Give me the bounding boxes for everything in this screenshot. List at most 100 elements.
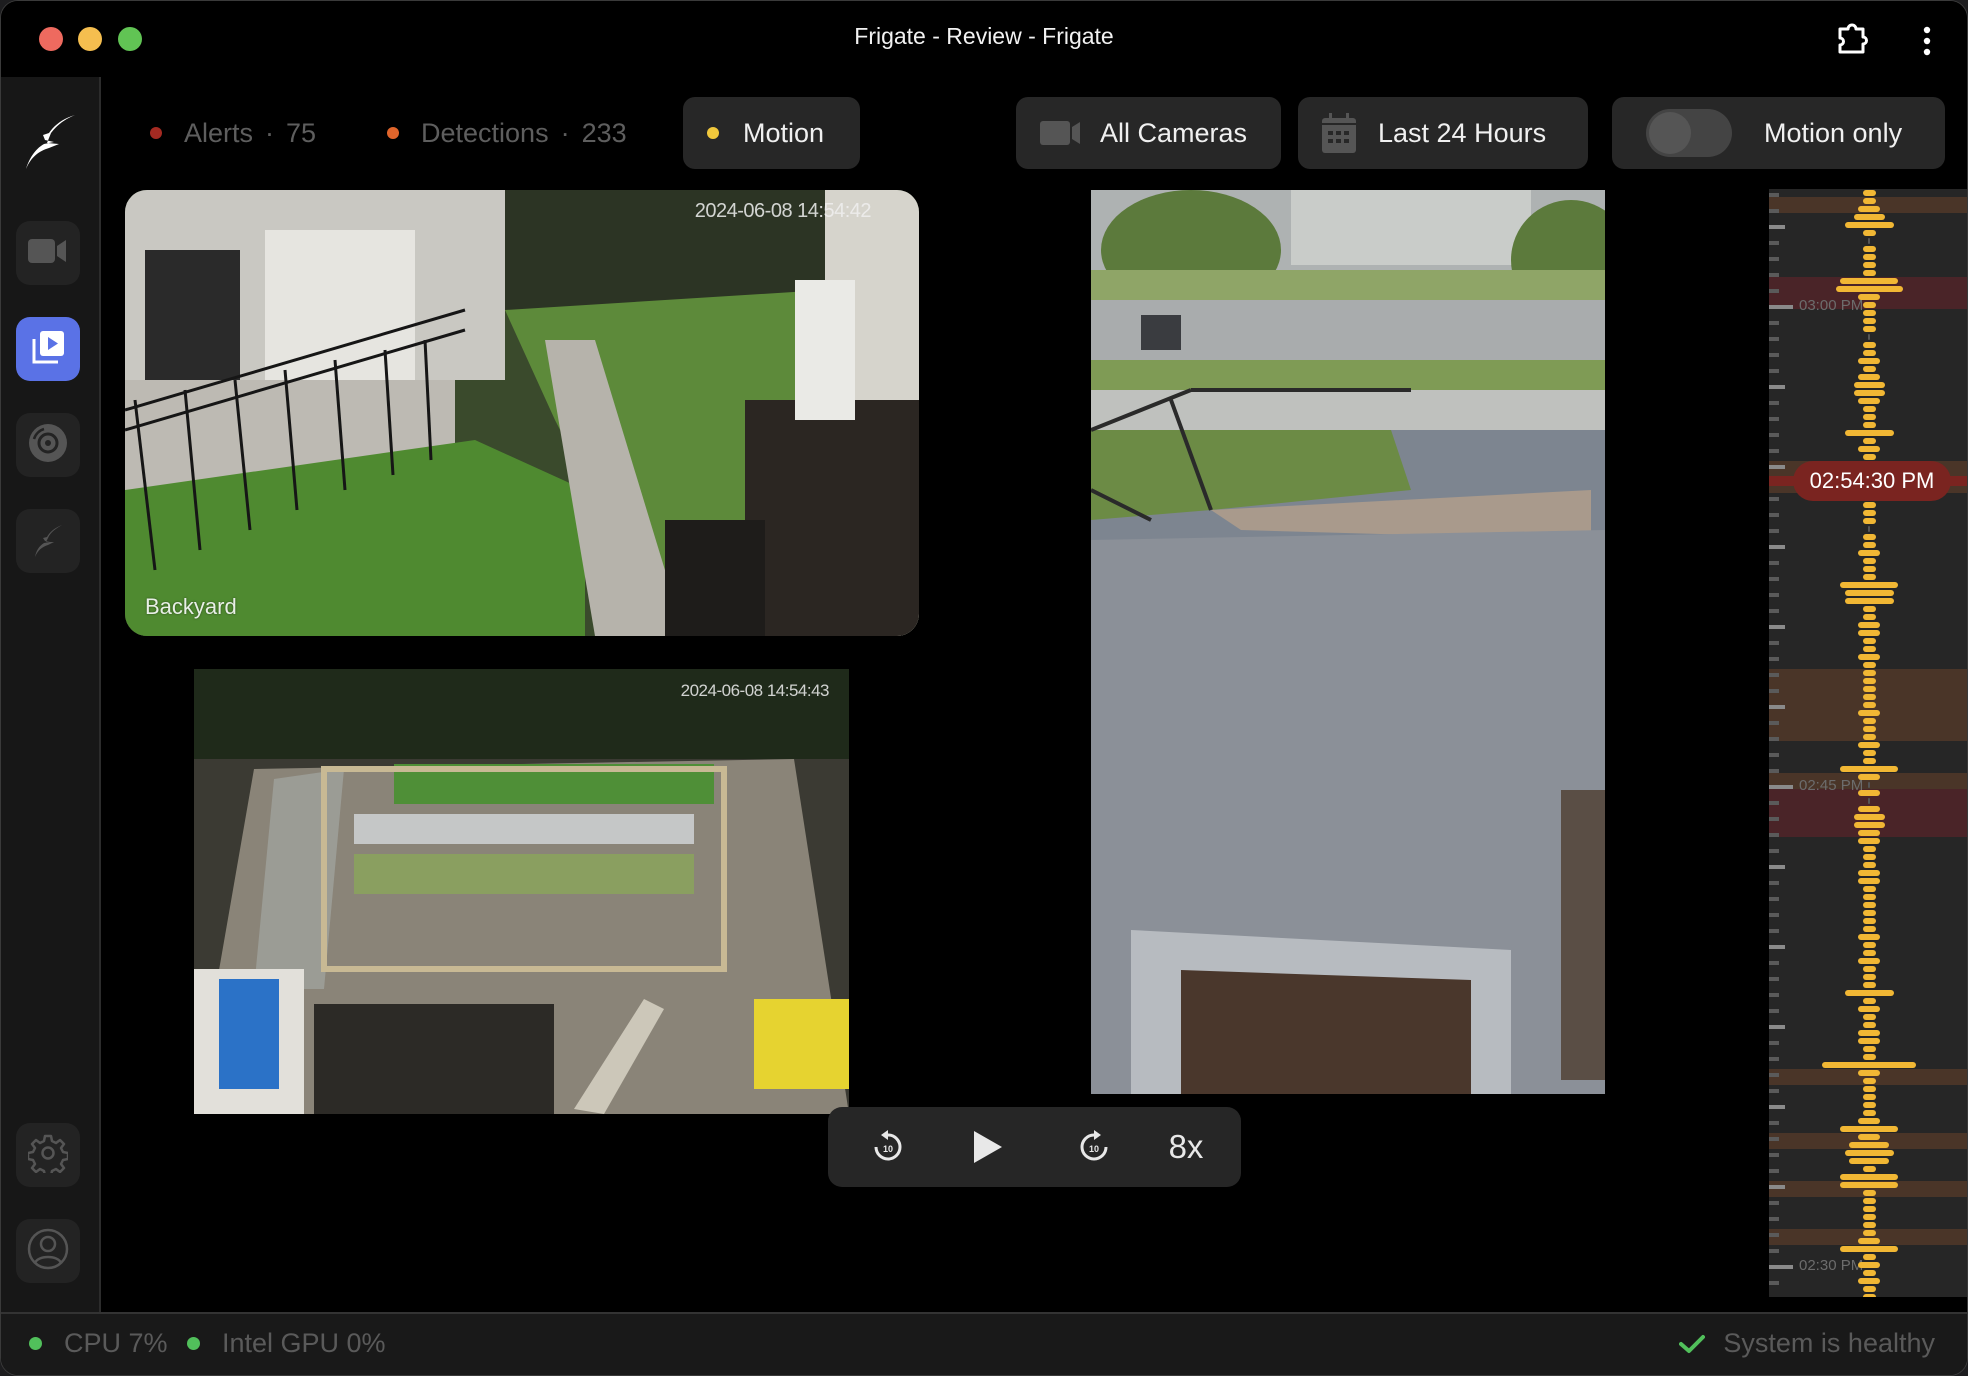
motion-bar xyxy=(1862,894,1876,900)
timeline-tick xyxy=(1769,1009,1779,1013)
motion-bar xyxy=(1862,406,1876,412)
motion-bar xyxy=(1862,638,1876,644)
frigate-logo-icon[interactable] xyxy=(21,107,79,171)
camera-feed-garden[interactable]: 2024-06-08 14:54:43 xyxy=(194,669,849,1114)
timeline-tick xyxy=(1769,193,1779,197)
gpu-status-dot-icon xyxy=(187,1337,200,1350)
motion-bar xyxy=(1862,342,1876,348)
extension-puzzle-icon[interactable] xyxy=(1835,23,1869,57)
camera-feed-front-door[interactable] xyxy=(1091,190,1605,1094)
check-icon xyxy=(1679,1334,1706,1354)
motion-bar xyxy=(1862,230,1876,236)
motion-bar xyxy=(1853,214,1885,220)
detections-dot-icon xyxy=(387,127,399,139)
timeline-tick xyxy=(1769,257,1779,261)
motion-bar xyxy=(1862,198,1876,204)
motion-bar xyxy=(1862,302,1876,308)
timeline-tick xyxy=(1769,833,1779,837)
motion-bar xyxy=(1862,1014,1876,1020)
motion-bar xyxy=(1862,862,1876,868)
alerts-filter[interactable]: Alerts · 75 xyxy=(150,109,316,157)
motion-bar xyxy=(1858,446,1880,452)
motion-bar xyxy=(1858,622,1880,628)
motion-bar xyxy=(1862,678,1876,684)
current-time-handle[interactable]: 02:54:30 PM xyxy=(1793,461,1951,501)
motion-bar xyxy=(1858,630,1880,636)
motion-bar xyxy=(1853,382,1885,388)
timeline-tick xyxy=(1769,1265,1793,1269)
forward-10-button[interactable]: 10 xyxy=(1064,1107,1124,1187)
motion-bar xyxy=(1862,1254,1876,1260)
motion-only-toggle[interactable] xyxy=(1646,109,1732,157)
timeline-tick xyxy=(1769,497,1779,501)
motion-bar xyxy=(1862,662,1876,668)
motion-bar xyxy=(1862,246,1876,252)
sidebar-item-live[interactable] xyxy=(16,221,80,285)
motion-bar xyxy=(1862,1054,1876,1060)
frigate-bird-icon xyxy=(28,519,68,564)
timeline-tick xyxy=(1769,961,1779,965)
sidebar-item-review[interactable] xyxy=(16,317,80,381)
motion-bar xyxy=(1858,1070,1880,1076)
timeline-tick xyxy=(1769,1105,1785,1109)
motion-bar xyxy=(1858,838,1880,844)
timeline-tick xyxy=(1769,673,1779,677)
motion-bar xyxy=(1858,1030,1880,1036)
motion-bar xyxy=(1840,1246,1898,1252)
garden-timestamp: 2024-06-08 14:54:43 xyxy=(680,681,830,700)
window-title: Frigate - Review - Frigate xyxy=(854,23,1114,49)
sidebar-item-explore[interactable] xyxy=(16,509,80,573)
timeline-tick xyxy=(1769,529,1779,533)
motion-bar xyxy=(1862,1230,1876,1236)
playback-speed-button[interactable]: 8x xyxy=(1148,1107,1224,1187)
timeline-tick xyxy=(1769,369,1779,373)
motion-bar xyxy=(1858,1262,1880,1268)
motion-bar xyxy=(1862,350,1876,356)
detections-filter[interactable]: Detections · 233 xyxy=(387,109,627,157)
sidebar-item-export[interactable] xyxy=(16,413,80,477)
timeline-tick xyxy=(1769,1057,1779,1061)
motion-bar xyxy=(1858,934,1880,940)
motion-bar xyxy=(1858,1238,1880,1244)
motion-bar xyxy=(1868,782,1870,788)
motion-bar xyxy=(1862,998,1876,1004)
motion-bar xyxy=(1862,574,1876,580)
sidebar-item-settings[interactable] xyxy=(16,1123,80,1187)
user-circle-icon xyxy=(27,1228,69,1275)
motion-bar xyxy=(1862,1286,1876,1292)
system-health[interactable]: System is healthy xyxy=(1679,1328,1935,1359)
motion-bar xyxy=(1858,206,1880,212)
motion-bar xyxy=(1862,326,1876,332)
review-timeline[interactable]: 03:00 PM 02:45 PM 02:30 PM 02:54:30 PM xyxy=(1769,189,1967,1297)
motion-bar xyxy=(1858,958,1880,964)
motion-bar xyxy=(1858,294,1880,300)
timeline-tick xyxy=(1769,785,1793,789)
timeline-tick xyxy=(1769,977,1779,981)
motion-bar xyxy=(1862,942,1876,948)
rewind-10-button[interactable]: 10 xyxy=(858,1107,918,1187)
motion-bar xyxy=(1862,558,1876,564)
motion-bar xyxy=(1862,1046,1876,1052)
camera-feed-backyard[interactable]: 2024-06-08 14:54:42 Backyard xyxy=(125,190,919,636)
sidebar xyxy=(1,77,101,1313)
play-button[interactable] xyxy=(948,1107,1028,1187)
timeline-tick xyxy=(1769,433,1779,437)
sidebar-item-account[interactable] xyxy=(16,1219,80,1283)
timeline-tick xyxy=(1769,625,1785,629)
motion-bar xyxy=(1862,366,1876,372)
detections-label: Detections xyxy=(421,117,549,148)
timeline-tick xyxy=(1769,225,1785,229)
motion-bar xyxy=(1862,1022,1876,1028)
date-range-button[interactable]: Last 24 Hours xyxy=(1298,97,1588,169)
all-cameras-button[interactable]: All Cameras xyxy=(1016,97,1281,169)
motion-bar xyxy=(1862,1222,1876,1228)
motion-bar xyxy=(1822,1062,1916,1068)
motion-filter-button[interactable]: Motion xyxy=(683,97,860,169)
timeline-tick xyxy=(1769,1233,1779,1237)
timeline-tick xyxy=(1769,817,1779,821)
more-vertical-icon[interactable] xyxy=(1917,25,1937,57)
timeline-tick xyxy=(1769,1169,1779,1173)
alerts-dot-icon xyxy=(150,127,162,139)
motion-bar xyxy=(1862,1270,1876,1276)
motion-bar xyxy=(1840,1126,1898,1132)
